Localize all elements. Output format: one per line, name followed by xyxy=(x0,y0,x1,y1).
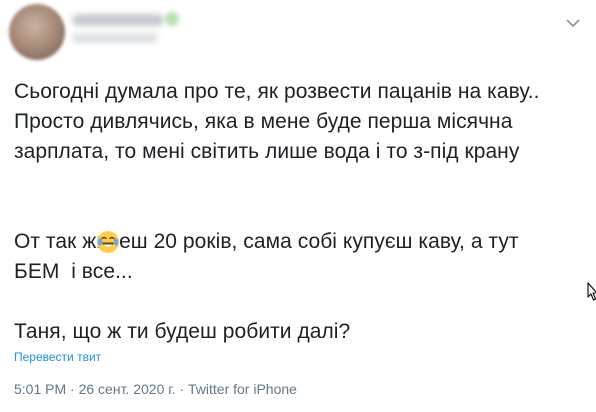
tweet-source[interactable]: Twitter for iPhone xyxy=(188,381,297,397)
tweet-text-line: зарплата, то мені світить лише вода і то… xyxy=(14,140,520,163)
tweet-date[interactable]: 26 сент. 2020 г. xyxy=(79,381,176,397)
author-handle-redacted[interactable] xyxy=(72,33,158,43)
avatar[interactable] xyxy=(9,4,65,60)
tweet-text: Сьогодні думала про те, як розвести паца… xyxy=(14,77,590,347)
tweet-time[interactable]: 5:01 PM xyxy=(14,381,66,397)
tweet-card: Сьогодні думала про те, як розвести паца… xyxy=(0,0,596,412)
emoji-line xyxy=(14,167,590,253)
author-name-redacted[interactable] xyxy=(72,14,164,26)
meta-separator: · xyxy=(179,381,185,397)
tweet-meta: 5:01 PM · 26 сент. 2020 г. · Twitter for… xyxy=(14,381,297,397)
meta-separator: · xyxy=(70,381,75,397)
translate-tweet-link[interactable]: Перевести твит xyxy=(14,350,101,364)
resize-cursor-icon xyxy=(586,282,596,302)
tweet-text-line: Просто дивлячись, яка в мене буде перша … xyxy=(14,110,513,133)
verified-badge-redacted xyxy=(165,12,179,26)
tweet-text-line: Таня, що ж ти будеш робити далі? xyxy=(14,320,351,343)
more-options-button[interactable] xyxy=(564,14,582,32)
chevron-down-icon xyxy=(566,19,580,27)
face-with-tears-of-joy-icon xyxy=(49,200,120,293)
tweet-text-line: Сьогодні думала про те, як розвести паца… xyxy=(14,80,540,103)
